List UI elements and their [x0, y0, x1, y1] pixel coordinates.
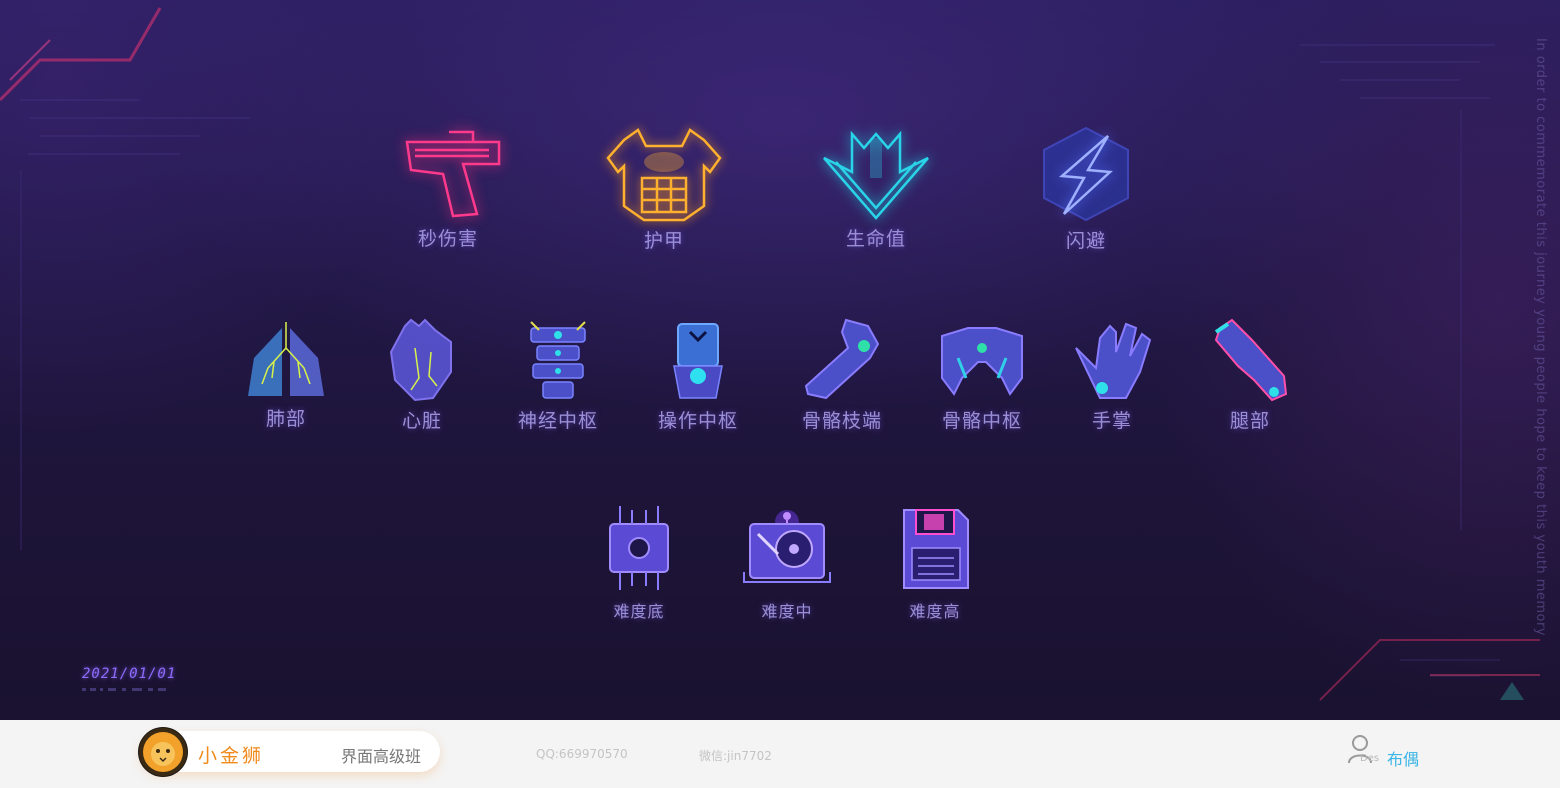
pistol-icon — [405, 130, 501, 218]
date-stamp: 2021/01/01 — [82, 666, 177, 682]
part-label: 神经中枢 — [517, 410, 598, 432]
part-label: 肺部 — [265, 408, 306, 430]
part-lungs: 肺部 — [236, 318, 336, 431]
difficulty-label: 难度底 — [613, 602, 665, 621]
heart-icon — [389, 318, 452, 402]
part-leg: 腿部 — [1200, 318, 1300, 433]
part-spine: 神经中枢 — [508, 318, 608, 433]
life-chevron-icon — [823, 130, 929, 220]
difficulty-mid: 难度中 — [742, 502, 832, 622]
part-label: 操作中枢 — [657, 410, 738, 432]
part-bone-core: 骨骼中枢 — [932, 318, 1032, 433]
difficulty-high: 难度高 — [892, 502, 978, 622]
corner-deco-top-left — [0, 7, 162, 102]
part-label: 腿部 — [1229, 410, 1270, 432]
part-label: 手掌 — [1091, 410, 1132, 432]
course-name: 界面高级班 — [341, 747, 422, 766]
palm-icon — [1075, 322, 1152, 399]
bone-core-icon — [941, 327, 1023, 396]
part-label: 心脏 — [401, 410, 442, 432]
user-name: 布偶 — [1387, 750, 1420, 769]
lungs-icon — [248, 322, 324, 396]
difficulty-low: 难度底 — [596, 502, 682, 622]
part-label: 骨骼中枢 — [941, 410, 1022, 432]
armor-vest-icon — [606, 128, 722, 222]
part-palm: 手掌 — [1062, 318, 1162, 433]
stat-label: 生命值 — [845, 228, 906, 250]
chip-icon — [609, 506, 669, 590]
control-core-icon — [673, 323, 723, 399]
user-tag: Des — [1360, 753, 1380, 764]
stat-dodge: 闪避 — [1026, 126, 1146, 253]
part-control-core: 操作中枢 — [648, 318, 748, 433]
date-barcode-deco — [82, 688, 166, 691]
difficulty-label: 难度高 — [909, 602, 961, 621]
wechat-contact: 微信:jin7702 — [699, 749, 772, 763]
leg-icon — [1214, 318, 1288, 402]
stat-armor: 护甲 — [604, 126, 724, 253]
qq-contact: QQ:669970570 — [536, 747, 628, 761]
stat-label: 护甲 — [643, 230, 684, 252]
part-bone-branch: 骨骼枝端 — [792, 318, 892, 433]
part-label: 骨骼枝端 — [801, 410, 882, 432]
footer-bar: 小金狮 界面高级班 QQ:669970570 微信:jin7702 Des 布偶 — [0, 720, 1560, 788]
floppy-disk-icon — [903, 509, 969, 589]
stat-label: 闪避 — [1065, 230, 1106, 252]
vertical-slogan: In order to commemorate this journey you… — [1533, 38, 1548, 637]
stat-dps: 秒伤害 — [388, 128, 508, 251]
stat-label: 秒伤害 — [417, 228, 478, 250]
lion-icon — [139, 728, 187, 776]
spine-icon — [530, 321, 586, 399]
difficulty-label: 难度中 — [761, 602, 813, 621]
corner-deco-bottom-right — [1319, 639, 1540, 701]
part-heart: 心脏 — [372, 318, 472, 433]
icon-showcase-canvas: In order to commemorate this journey you… — [0, 0, 1560, 720]
lion-logo — [138, 727, 188, 777]
brand-name: 小金狮 — [198, 745, 265, 767]
bone-branch-icon — [804, 318, 880, 400]
hard-disk-icon — [743, 510, 831, 583]
stat-health: 生命值 — [816, 128, 936, 251]
lightning-hexagon-icon — [1043, 126, 1129, 222]
